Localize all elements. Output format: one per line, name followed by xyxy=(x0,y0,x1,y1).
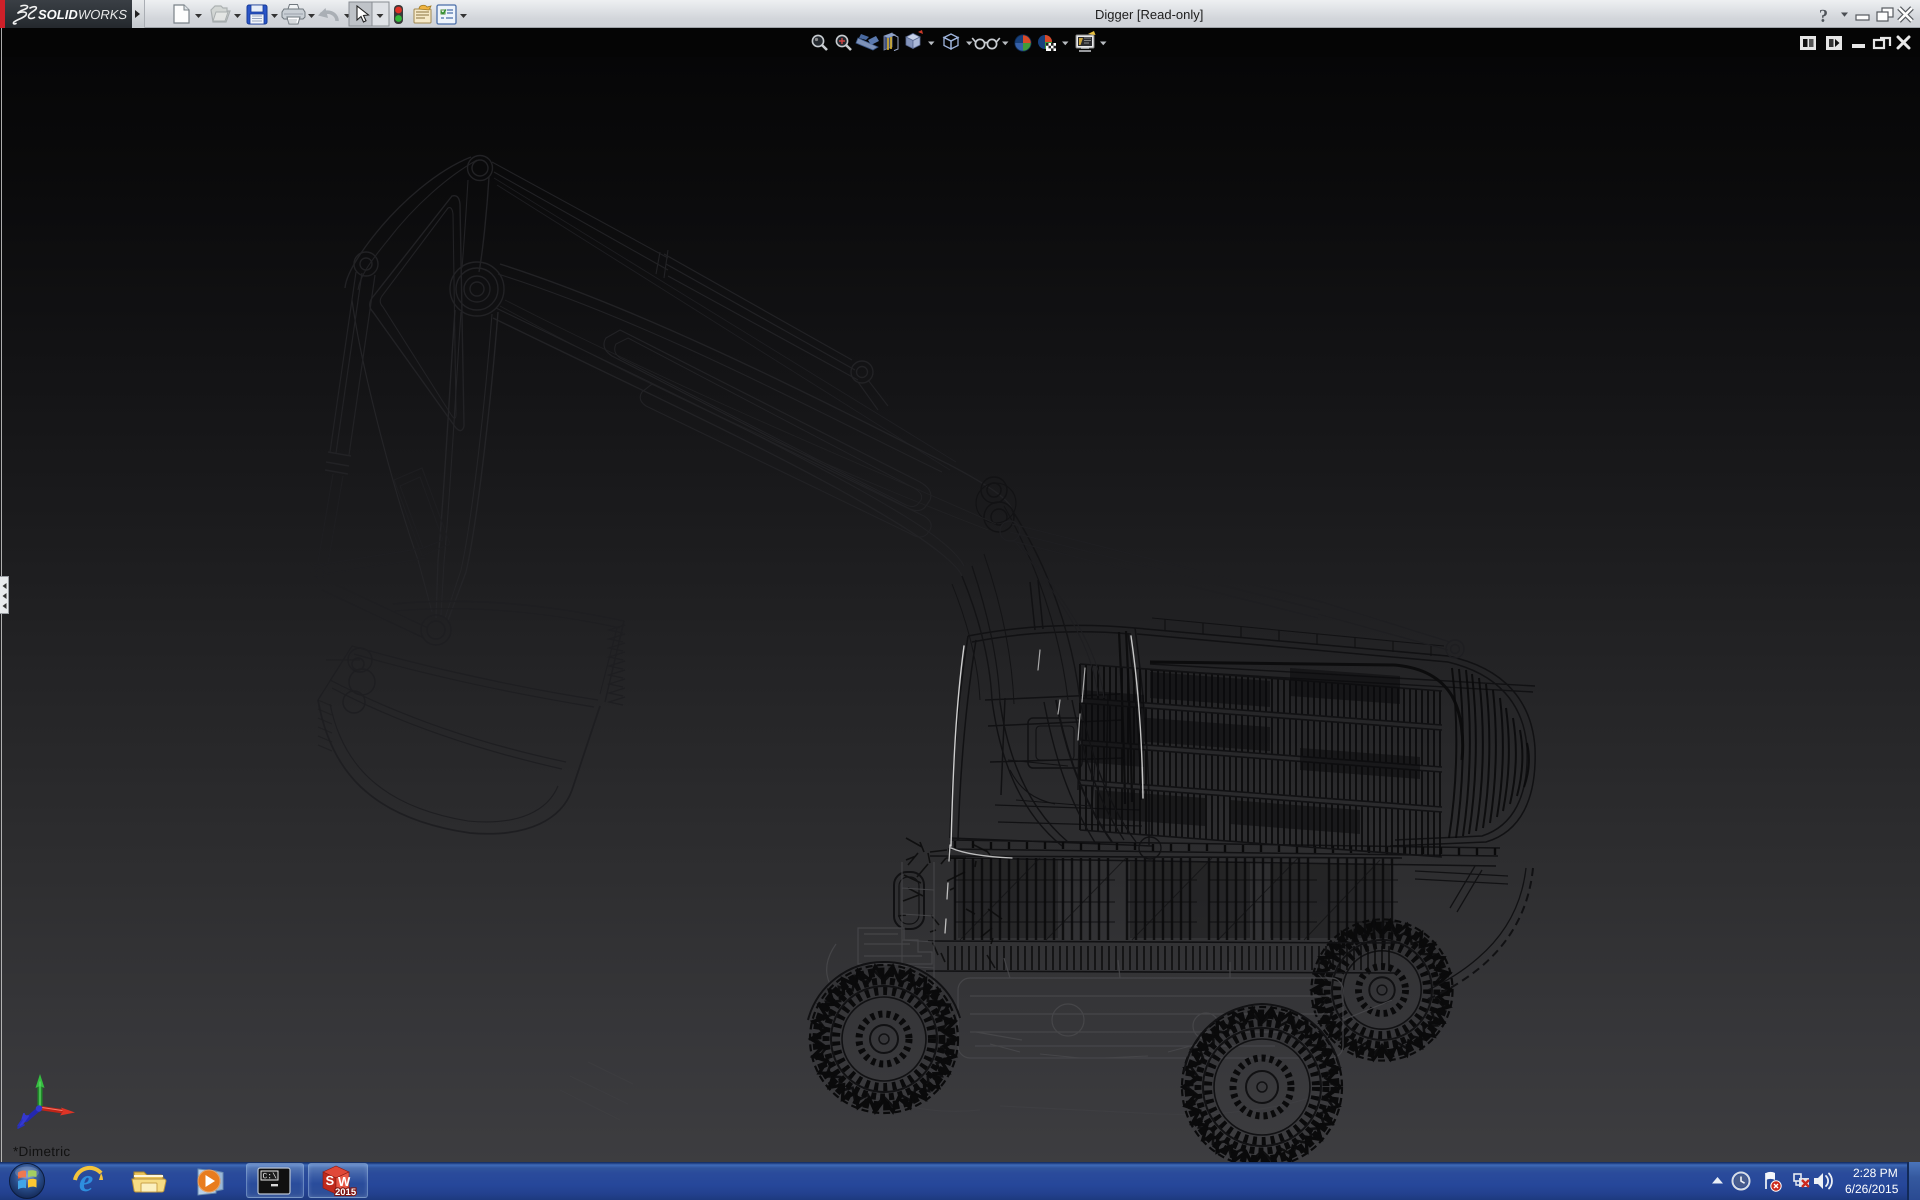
svg-text:S: S xyxy=(325,1173,334,1188)
svg-text:C:\: C:\ xyxy=(262,1172,277,1181)
svg-text:2015: 2015 xyxy=(335,1187,357,1198)
svg-text:e: e xyxy=(79,1162,93,1198)
svg-text:?: ? xyxy=(1819,6,1828,26)
